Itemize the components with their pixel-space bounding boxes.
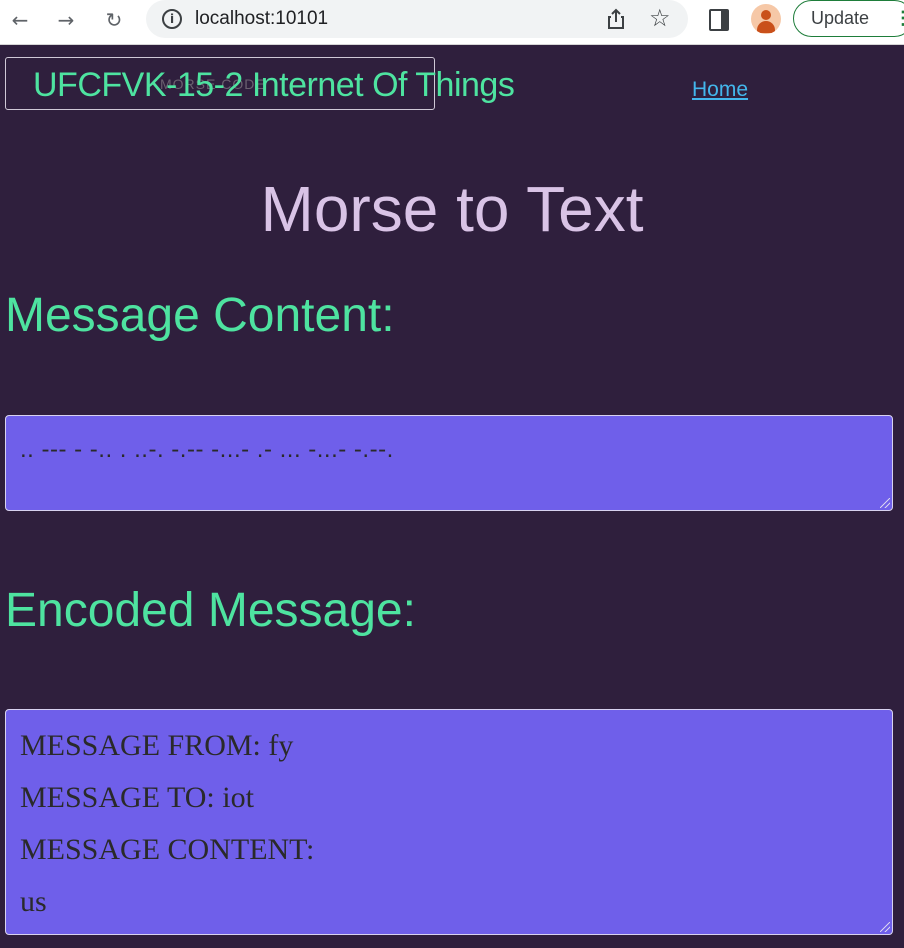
- encoded-line-content: us: [20, 885, 47, 918]
- bookmark-star-icon[interactable]: ☆: [649, 4, 671, 32]
- morse-input-value: .. --- - -.. . ..-. -.-- -...- .- ... -.…: [20, 436, 394, 463]
- encoded-message-field[interactable]: MESSAGE FROM: fy MESSAGE TO: iot MESSAGE…: [5, 709, 893, 935]
- encoded-line-from: MESSAGE FROM: fy: [20, 729, 294, 762]
- browser-toolbar: ← → ↻ i localhost:10101 ☆ Update ⋮: [0, 0, 904, 45]
- message-content-label: Message Content:: [5, 289, 395, 342]
- share-icon[interactable]: [604, 7, 628, 31]
- back-arrow-icon[interactable]: ←: [6, 6, 34, 34]
- profile-avatar-icon[interactable]: [751, 4, 781, 34]
- encoded-line-to: MESSAGE TO: iot: [20, 781, 254, 814]
- encoded-message-label: Encoded Message:: [5, 584, 416, 637]
- site-info-icon[interactable]: i: [162, 9, 182, 29]
- more-menu-icon[interactable]: ⋮: [894, 1, 904, 36]
- encoded-line-content-label: MESSAGE CONTENT:: [20, 833, 315, 866]
- side-panel-icon[interactable]: [709, 9, 729, 31]
- site-brand[interactable]: UFCFVK-15-2 Internet Of Things: [33, 66, 515, 105]
- url-text[interactable]: localhost:10101: [195, 8, 328, 30]
- resize-handle-icon[interactable]: [880, 498, 890, 508]
- morse-input-field[interactable]: .. --- - -.. . ..-. -.-- -...- .- ... -.…: [5, 415, 893, 511]
- address-bar[interactable]: i localhost:10101 ☆: [146, 0, 688, 38]
- forward-arrow-icon[interactable]: →: [52, 6, 80, 34]
- resize-handle-icon[interactable]: [880, 922, 890, 932]
- home-link[interactable]: Home: [692, 78, 748, 102]
- update-button-label: Update: [811, 8, 870, 28]
- page-title: Morse to Text: [260, 173, 644, 245]
- reload-icon[interactable]: ↻: [100, 6, 128, 34]
- update-button[interactable]: Update ⋮: [793, 0, 904, 37]
